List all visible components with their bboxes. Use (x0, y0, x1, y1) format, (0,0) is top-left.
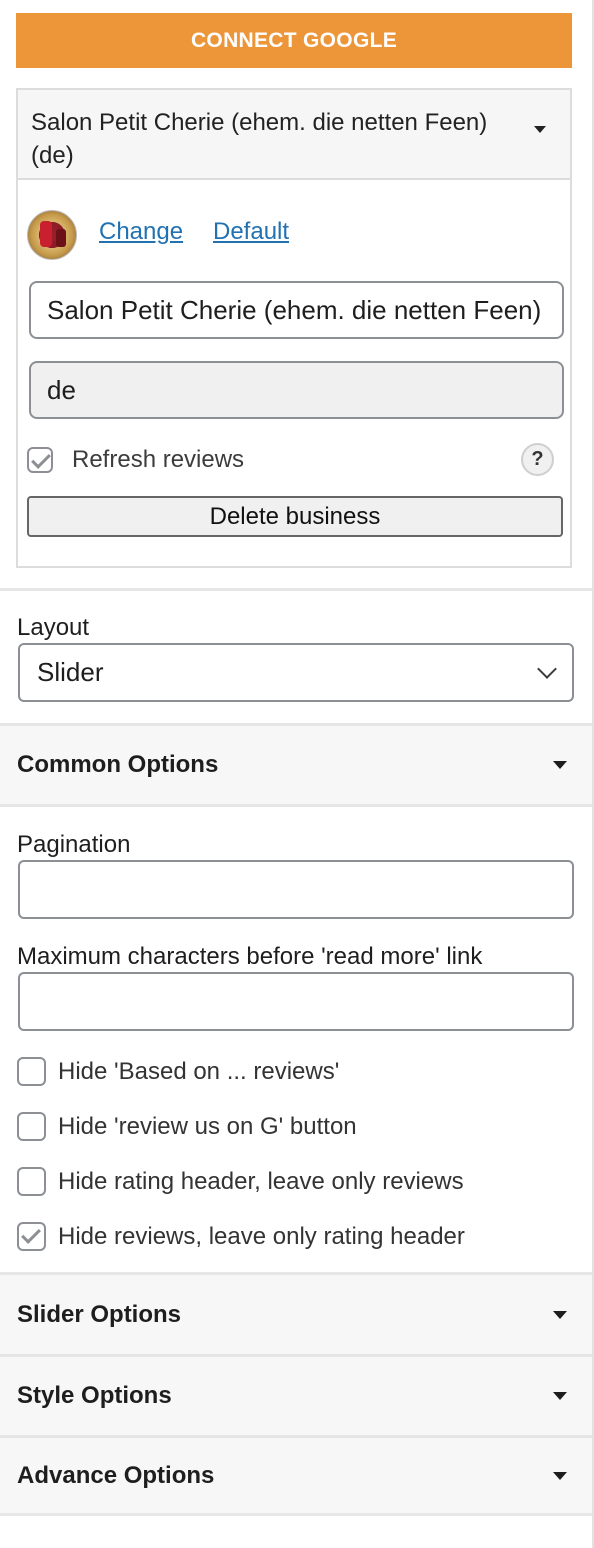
advance-options-title: Advance Options (17, 1461, 215, 1489)
change-photo-link[interactable]: Change (99, 218, 183, 246)
caret-down-icon (553, 1310, 567, 1319)
layout-label: Layout (17, 614, 90, 641)
advance-options-header[interactable]: Advance Options (0, 1438, 592, 1513)
option-label: Hide reviews, leave only rating header (58, 1222, 465, 1250)
business-avatar (27, 210, 77, 260)
caret-down-icon (553, 1392, 567, 1400)
business-select[interactable]: Salon Petit Cherie (ehem. die netten Fee… (18, 90, 570, 180)
divider (0, 804, 592, 807)
hide-reviews-checkbox[interactable] (17, 1222, 46, 1251)
slider-options-title: Slider Options (17, 1300, 182, 1328)
common-options-title: Common Options (17, 751, 219, 778)
option-label: Hide 'Based on ... reviews' (58, 1057, 340, 1085)
option-row: Hide 'Based on ... reviews' (17, 1057, 339, 1086)
default-photo-link[interactable]: Default (213, 218, 289, 246)
max-chars-label: Maximum characters before 'read more' li… (17, 943, 483, 970)
caret-down-icon (553, 761, 567, 769)
refresh-reviews-label: Refresh reviews (72, 446, 245, 473)
divider (0, 1513, 592, 1516)
pagination-label: Pagination (17, 831, 131, 858)
common-options-header[interactable]: Common Options (0, 726, 592, 804)
option-row: Hide 'review us on G' button (17, 1112, 357, 1141)
refresh-reviews-checkbox[interactable] (27, 447, 53, 473)
business-language-field[interactable]: de (29, 361, 564, 419)
hide-review-us-checkbox[interactable] (17, 1112, 46, 1141)
business-select-value: Salon Petit Cherie (ehem. die netten Fee… (31, 109, 488, 169)
hide-based-on-checkbox[interactable] (17, 1057, 46, 1086)
pagination-input[interactable] (18, 860, 574, 919)
style-options-header[interactable]: Style Options (0, 1357, 592, 1435)
option-row: Hide rating header, leave only reviews (17, 1167, 464, 1196)
help-icon[interactable]: ? (521, 443, 554, 476)
style-options-title: Style Options (17, 1382, 172, 1409)
business-panel: Salon Petit Cherie (ehem. die netten Fee… (16, 88, 572, 568)
chevron-down-icon (537, 659, 557, 679)
caret-down-icon (553, 1471, 567, 1480)
caret-down-icon (534, 126, 546, 133)
delete-business-button[interactable]: Delete business (27, 496, 563, 537)
divider (0, 588, 592, 591)
option-label: Hide rating header, leave only reviews (58, 1167, 464, 1195)
option-label: Hide 'review us on G' button (58, 1112, 357, 1140)
refresh-reviews-row: Refresh reviews (27, 446, 244, 474)
layout-select[interactable]: Slider (18, 643, 574, 702)
connect-google-button[interactable]: CONNECT GOOGLE (16, 13, 572, 68)
hide-rating-header-checkbox[interactable] (17, 1167, 46, 1196)
layout-select-value: Slider (37, 657, 104, 687)
business-name-field[interactable]: Salon Petit Cherie (ehem. die netten Fee… (29, 281, 564, 339)
option-row: Hide reviews, leave only rating header (17, 1222, 465, 1251)
max-chars-input[interactable] (18, 972, 574, 1031)
slider-options-header[interactable]: Slider Options (0, 1275, 592, 1354)
